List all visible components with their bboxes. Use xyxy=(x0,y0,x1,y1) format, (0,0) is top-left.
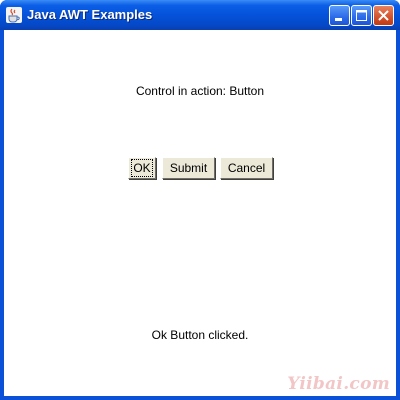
close-icon xyxy=(378,10,389,21)
java-cup-icon[interactable] xyxy=(6,7,22,23)
maximize-icon xyxy=(356,10,367,21)
status-label: Ok Button clicked. xyxy=(151,328,249,342)
cancel-button-label: Cancel xyxy=(227,161,266,175)
minimize-button[interactable] xyxy=(329,5,350,26)
submit-button[interactable]: Submit xyxy=(162,157,215,179)
cancel-button[interactable]: Cancel xyxy=(220,157,273,179)
title-bar[interactable]: Java AWT Examples xyxy=(0,0,400,30)
submit-button-label: Submit xyxy=(169,161,208,175)
ok-button[interactable]: OK xyxy=(128,157,156,179)
minimize-icon xyxy=(335,18,342,21)
window-title: Java AWT Examples xyxy=(27,7,153,22)
header-label: Control in action: Button xyxy=(135,84,265,98)
close-button[interactable] xyxy=(373,5,394,26)
watermark-text: Yiibai.com xyxy=(287,374,390,394)
maximize-button[interactable] xyxy=(351,5,372,26)
ok-button-label: OK xyxy=(131,159,153,177)
content-panel: Control in action: Button OK Submit Canc… xyxy=(4,30,396,396)
app-window: Java AWT Examples Control in action: But… xyxy=(0,0,400,400)
